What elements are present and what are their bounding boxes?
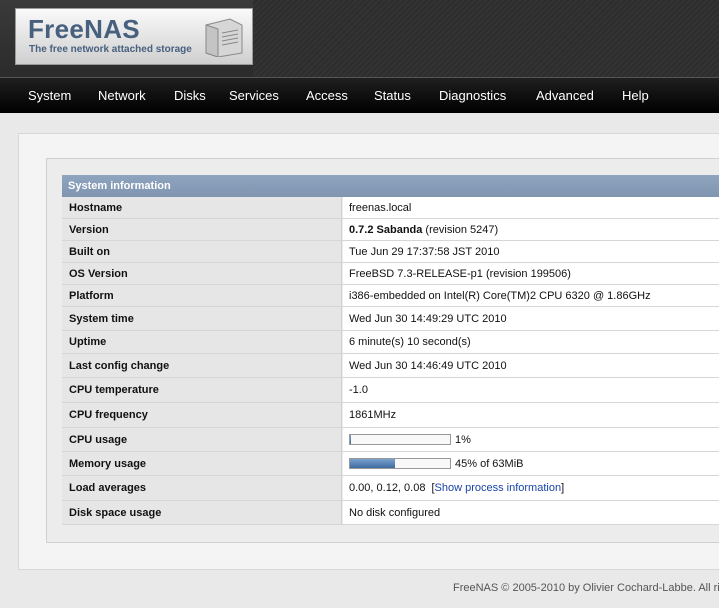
row-label: OS Version	[62, 263, 342, 284]
cpu-usage-fill	[350, 435, 351, 444]
row-os-version: OS Version FreeBSD 7.3-RELEASE-p1 (revis…	[62, 263, 719, 285]
row-version: Version 0.7.2 Sabanda (revision 5247)	[62, 219, 719, 241]
memory-usage-bar	[349, 458, 451, 469]
system-info-table: System information Hostname freenas.loca…	[62, 175, 719, 525]
show-process-info-link[interactable]: Show process information	[435, 482, 562, 494]
nav-network[interactable]: Network	[98, 88, 146, 103]
row-label: Last config change	[62, 354, 342, 377]
freenas-logo[interactable]: FreeNAS The free network attached storag…	[15, 8, 253, 65]
row-value: 0.00, 0.12, 0.08 [Show process informati…	[343, 476, 719, 500]
row-built-on: Built on Tue Jun 29 17:37:58 JST 2010	[62, 241, 719, 263]
server-icon	[205, 18, 243, 57]
row-value: 45% of 63MiB	[343, 452, 719, 475]
header-pattern	[253, 0, 719, 77]
row-value: Tue Jun 29 17:37:58 JST 2010	[343, 241, 719, 262]
nav-advanced[interactable]: Advanced	[536, 88, 594, 103]
row-platform: Platform i386-embedded on Intel(R) Core(…	[62, 285, 719, 307]
footer-copyright: FreeNAS © 2005-2010 by Olivier Cochard-L…	[453, 582, 719, 594]
row-label: Load averages	[62, 476, 342, 500]
logo-tagline: The free network attached storage	[29, 44, 192, 55]
nav-services[interactable]: Services	[229, 88, 279, 103]
row-system-time: System time Wed Jun 30 14:49:29 UTC 2010	[62, 307, 719, 331]
row-label: Version	[62, 219, 342, 240]
cpu-usage-bar	[349, 434, 451, 445]
row-value: 1%	[343, 428, 719, 451]
row-label: CPU frequency	[62, 403, 342, 427]
row-label: Memory usage	[62, 452, 342, 475]
row-label: Disk space usage	[62, 501, 342, 524]
nav-access[interactable]: Access	[306, 88, 348, 103]
row-label: Uptime	[62, 331, 342, 353]
row-cpu-usage: CPU usage 1%	[62, 428, 719, 452]
logo-title: FreeNAS	[28, 14, 140, 44]
memory-usage-text: 45% of 63MiB	[455, 457, 524, 470]
load-averages-value: 0.00, 0.12, 0.08	[349, 482, 426, 494]
main-nav: System Network Disks Services Access Sta…	[0, 77, 719, 113]
bracket-close: ]	[561, 482, 565, 494]
row-label: System time	[62, 307, 342, 330]
nav-system[interactable]: System	[28, 88, 71, 103]
row-value: 1861MHz	[343, 403, 719, 427]
row-cpu-temperature: CPU temperature -1.0	[62, 378, 719, 403]
nav-disks[interactable]: Disks	[174, 88, 206, 103]
nav-diagnostics[interactable]: Diagnostics	[439, 88, 506, 103]
row-value: freenas.local	[343, 197, 719, 218]
row-label: CPU usage	[62, 428, 342, 451]
row-value: i386-embedded on Intel(R) Core(TM)2 CPU …	[343, 285, 719, 306]
row-value: FreeBSD 7.3-RELEASE-p1 (revision 199506)	[343, 263, 719, 284]
row-cpu-frequency: CPU frequency 1861MHz	[62, 403, 719, 428]
row-label: Platform	[62, 285, 342, 306]
row-disk-space-usage: Disk space usage No disk configured	[62, 501, 719, 525]
memory-usage-fill	[350, 459, 395, 468]
row-value: -1.0	[343, 378, 719, 402]
table-title: System information	[62, 175, 719, 197]
nav-status[interactable]: Status	[374, 88, 411, 103]
row-value: 6 minute(s) 10 second(s)	[343, 331, 719, 353]
cpu-usage-text: 1%	[455, 433, 471, 446]
row-load-averages: Load averages 0.00, 0.12, 0.08 [Show pro…	[62, 476, 719, 501]
row-label: CPU temperature	[62, 378, 342, 402]
row-last-config-change: Last config change Wed Jun 30 14:46:49 U…	[62, 354, 719, 378]
row-value: 0.7.2 Sabanda (revision 5247)	[343, 219, 719, 240]
row-value: Wed Jun 30 14:46:49 UTC 2010	[343, 354, 719, 377]
version-name: 0.7.2 Sabanda	[349, 223, 423, 236]
row-memory-usage: Memory usage 45% of 63MiB	[62, 452, 719, 476]
row-label: Built on	[62, 241, 342, 262]
row-hostname: Hostname freenas.local	[62, 197, 719, 219]
header: FreeNAS The free network attached storag…	[0, 0, 719, 77]
row-value: Wed Jun 30 14:49:29 UTC 2010	[343, 307, 719, 330]
row-uptime: Uptime 6 minute(s) 10 second(s)	[62, 331, 719, 354]
nav-help[interactable]: Help	[622, 88, 649, 103]
version-revision: (revision 5247)	[422, 223, 499, 236]
row-value: No disk configured	[343, 501, 719, 524]
row-label: Hostname	[62, 197, 342, 218]
